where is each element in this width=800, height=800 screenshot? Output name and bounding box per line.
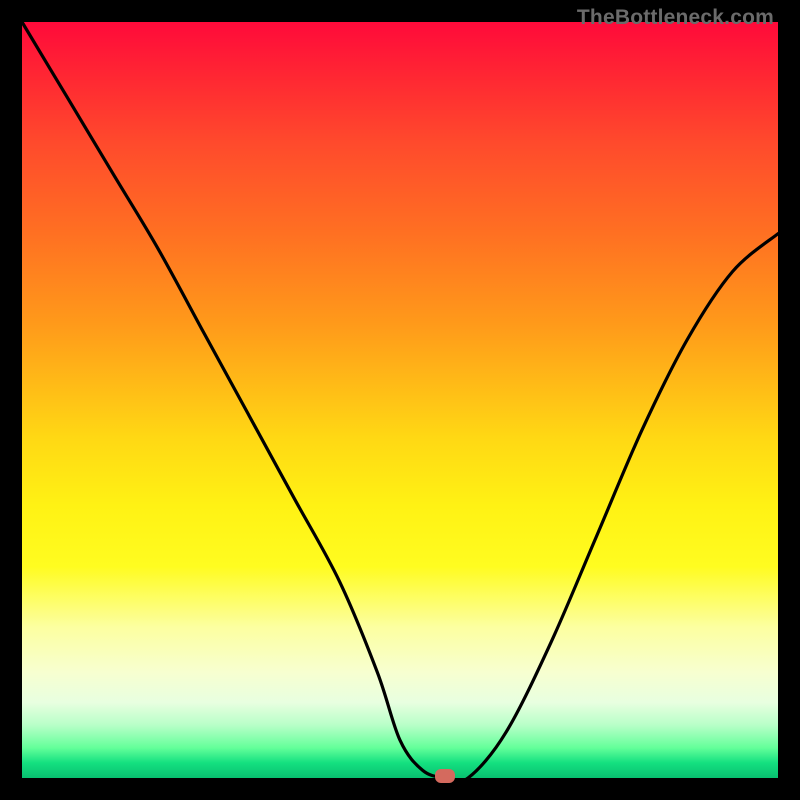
- curve-path: [22, 22, 778, 782]
- optimal-point-marker: [435, 769, 455, 783]
- bottleneck-curve: [22, 22, 778, 778]
- watermark-text: TheBottleneck.com: [577, 6, 774, 30]
- chart-frame: TheBottleneck.com: [0, 0, 800, 800]
- plot-area: [22, 22, 778, 778]
